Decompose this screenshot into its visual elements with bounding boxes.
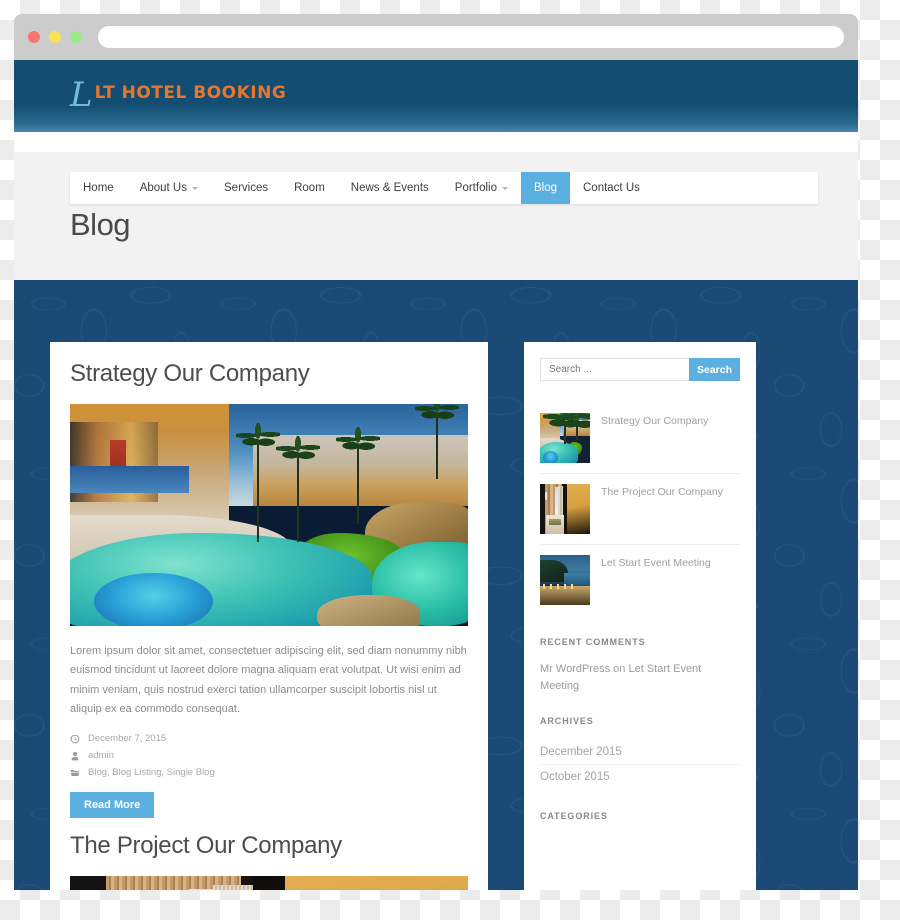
recent-post-item[interactable]: Let Start Event Meeting: [540, 545, 740, 615]
post-featured-image[interactable]: [70, 404, 468, 626]
nav-item-blog[interactable]: Blog: [520, 172, 570, 204]
search-input[interactable]: [540, 358, 689, 381]
chevron-down-icon: [192, 186, 198, 190]
post-featured-image[interactable]: [70, 876, 468, 890]
chevron-down-icon: [501, 186, 508, 190]
close-window-button[interactable]: [28, 31, 40, 43]
nav-label: About Us: [139, 182, 187, 194]
resort-pool-illustration: [70, 404, 468, 626]
nav-item-home[interactable]: Home: [70, 172, 127, 204]
nav-item-contact-us[interactable]: Contact Us: [570, 172, 653, 204]
search-widget: Search: [540, 358, 740, 381]
page-title-band: Home / Blog Blog: [14, 132, 858, 280]
post-date: December 7, 2015: [70, 733, 468, 744]
post-title-link[interactable]: The Project Our Company: [70, 832, 468, 860]
post-date-text: December 7, 2015: [88, 733, 167, 744]
page-title: Blog: [70, 207, 131, 242]
logo-script-mark-icon: L: [70, 75, 93, 115]
window-traffic-lights: [28, 31, 82, 43]
minimize-window-button[interactable]: [49, 31, 61, 43]
nav-label: Home: [83, 182, 114, 194]
site-logo[interactable]: L LT HOTEL BOOKING: [70, 75, 287, 115]
widget-title: RECENT COMMENTS: [540, 637, 646, 647]
recent-post-thumbnail: [540, 555, 590, 605]
user-icon: [70, 751, 80, 761]
hotel-room-illustration: [70, 876, 468, 890]
hotel-room-thumb-illustration: [540, 484, 590, 534]
blog-posts-column: Strategy Our Company Lorem ipsum dolor s…: [50, 342, 488, 890]
recent-post-thumbnail: [540, 413, 590, 463]
recent-comment-item: Mr WordPress on Let Start Event Meeting: [540, 661, 740, 694]
clock-icon: [70, 734, 80, 744]
nav-label: Portfolio: [454, 182, 497, 194]
blog-post: The Project Our Company: [70, 832, 468, 890]
recent-comments-widget: RECENT COMMENTS Mr WordPress on Let Star…: [540, 637, 740, 694]
blog-sidebar: Search ... Search Strategy Our Company T…: [524, 342, 756, 890]
terrace-dusk-thumb-illustration: [540, 555, 590, 605]
nav-item-room[interactable]: Room: [281, 172, 338, 204]
recent-post-item[interactable]: Strategy Our Company: [540, 403, 740, 474]
address-bar[interactable]: [98, 26, 844, 48]
archive-item[interactable]: December 2015: [540, 740, 740, 765]
post-categories: Blog, Blog Listing, Single Blog: [70, 767, 468, 778]
recent-post-thumbnail: [540, 484, 590, 534]
comment-author-link[interactable]: Mr WordPress: [540, 663, 610, 675]
browser-window: L LT HOTEL BOOKING Home About Us Service…: [14, 14, 858, 890]
folder-icon: [70, 768, 80, 778]
post-title-link[interactable]: Strategy Our Company: [70, 360, 468, 388]
nav-label: Services: [224, 182, 269, 194]
recent-post-title: Let Start Event Meeting: [601, 557, 711, 569]
post-author-text[interactable]: admin: [88, 750, 114, 761]
nav-label: Contact Us: [583, 182, 640, 194]
nav-label: Room: [294, 182, 325, 194]
nav-item-services[interactable]: Services: [211, 172, 281, 204]
nav-label: News & Events: [350, 182, 429, 194]
main-navigation: Home About Us Services Room News & Event…: [70, 172, 818, 204]
nav-label: Blog: [533, 182, 557, 194]
archive-item[interactable]: October 2015: [540, 765, 740, 789]
widget-title: CATEGORIES: [540, 811, 608, 821]
nav-item-about-us[interactable]: About Us: [127, 172, 211, 204]
widget-title: ARCHIVES: [540, 716, 594, 726]
logo-text: LT HOTEL BOOKING: [94, 83, 287, 103]
recent-post-title: Strategy Our Company: [601, 415, 709, 427]
recent-posts-widget: Strategy Our Company The Project Our Com…: [540, 403, 740, 615]
site-header: L LT HOTEL BOOKING: [14, 60, 858, 132]
nav-item-news-events[interactable]: News & Events: [338, 172, 442, 204]
blog-post: Strategy Our Company Lorem ipsum dolor s…: [70, 360, 468, 818]
post-author: admin: [70, 750, 468, 761]
browser-chrome: [14, 14, 858, 60]
nav-item-portfolio[interactable]: Portfolio: [442, 172, 521, 204]
post-meta: December 7, 2015 admin Blog, Blog Listin…: [70, 733, 468, 778]
categories-widget: CATEGORIES: [540, 811, 740, 821]
recent-post-title: The Project Our Company: [601, 486, 723, 498]
resort-pool-thumb-illustration: [540, 413, 590, 463]
read-more-button[interactable]: Read More: [70, 792, 155, 818]
comment-connector: on: [613, 663, 626, 675]
main-content-area: Strategy Our Company Lorem ipsum dolor s…: [14, 280, 858, 890]
post-excerpt: Lorem ipsum dolor sit amet, consectetuer…: [70, 645, 467, 715]
archives-widget: ARCHIVES December 2015 October 2015: [540, 716, 740, 789]
search-button[interactable]: Search: [689, 358, 740, 381]
recent-post-item[interactable]: The Project Our Company: [540, 474, 740, 545]
post-categories-text[interactable]: Blog, Blog Listing, Single Blog: [88, 767, 215, 778]
maximize-window-button[interactable]: [70, 31, 82, 43]
website-viewport: L LT HOTEL BOOKING Home About Us Service…: [14, 60, 858, 890]
